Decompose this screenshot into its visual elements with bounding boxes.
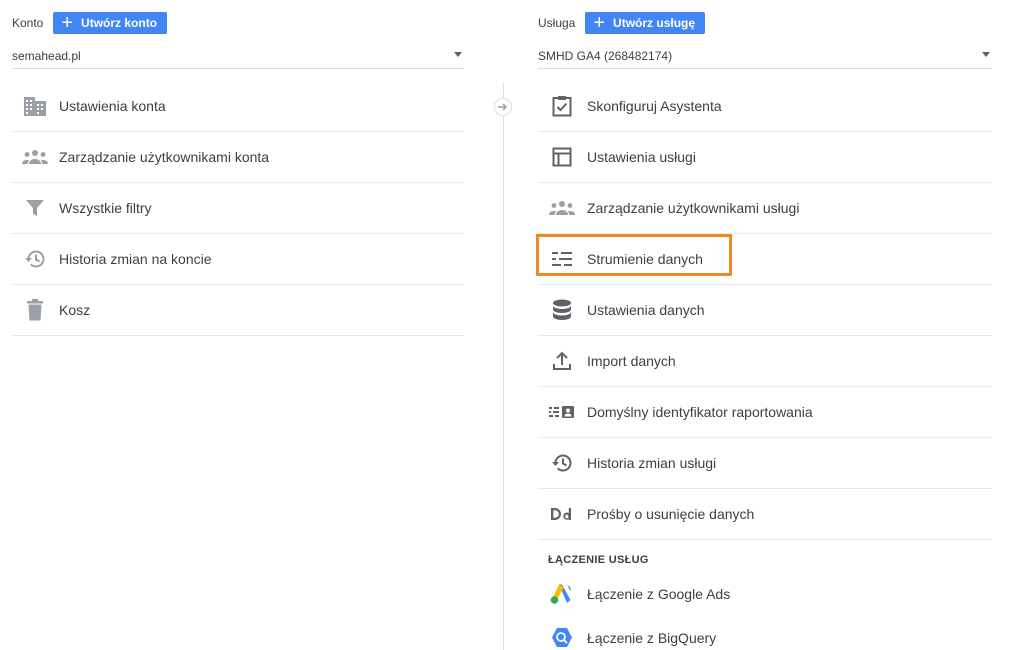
plus-icon: + bbox=[593, 12, 606, 34]
menu-item-label: Łączenie z BigQuery bbox=[587, 630, 717, 646]
menu-item-label: Łączenie z Google Ads bbox=[587, 586, 731, 602]
create-account-button-label: Utwórz konto bbox=[81, 16, 158, 30]
property-column: Usługa + Utwórz usługę SMHD GA4 (2684821… bbox=[536, 0, 992, 650]
clipboard-check-icon bbox=[549, 93, 575, 119]
history-icon bbox=[549, 450, 575, 476]
property-header: Usługa + Utwórz usługę bbox=[538, 12, 992, 34]
reporting-identity-icon bbox=[549, 399, 575, 425]
menu-item-data-settings[interactable]: Ustawienia danych bbox=[538, 285, 992, 336]
collapse-column-button[interactable] bbox=[494, 98, 512, 116]
menu-item-data-deletion-requests[interactable]: Prośby o usunięcie danych bbox=[538, 489, 992, 540]
account-label: Konto bbox=[12, 16, 44, 30]
create-property-button[interactable]: + Utwórz usługę bbox=[585, 12, 706, 34]
menu-item-reporting-identity[interactable]: Domyślny identyfikator raportowania bbox=[538, 387, 992, 438]
menu-item-label: Import danych bbox=[587, 353, 676, 369]
property-menu: Skonfiguruj Asystenta Ustawienia usługi … bbox=[536, 81, 992, 540]
menu-item-trash[interactable]: Kosz bbox=[12, 285, 464, 336]
menu-item-account-settings[interactable]: Ustawienia konta bbox=[12, 81, 464, 132]
menu-item-label: Ustawienia konta bbox=[59, 98, 166, 114]
menu-item-label: Zarządzanie użytkownikami usługi bbox=[587, 200, 800, 216]
menu-item-label: Ustawienia danych bbox=[587, 302, 705, 318]
menu-item-google-ads-linking[interactable]: Łączenie z Google Ads bbox=[538, 572, 992, 616]
menu-item-bigquery-linking[interactable]: Łączenie z BigQuery bbox=[538, 616, 992, 650]
bigquery-icon bbox=[549, 625, 575, 650]
menu-item-label: Strumienie danych bbox=[587, 251, 703, 267]
menu-item-data-import[interactable]: Import danych bbox=[538, 336, 992, 387]
filter-icon bbox=[22, 195, 48, 221]
menu-item-account-user-management[interactable]: Zarządzanie użytkownikami konta bbox=[12, 132, 464, 183]
layout-icon bbox=[549, 144, 575, 170]
menu-item-label: Historia zmian na koncie bbox=[59, 251, 212, 267]
dd-icon bbox=[549, 501, 575, 527]
google-ads-icon bbox=[549, 581, 575, 607]
property-label: Usługa bbox=[538, 16, 576, 30]
property-linking-section-title: ŁĄCZENIE USŁUG bbox=[548, 554, 649, 566]
account-header: Konto + Utwórz konto bbox=[12, 12, 464, 34]
menu-item-label: Wszystkie filtry bbox=[59, 200, 152, 216]
plus-icon: + bbox=[61, 12, 74, 34]
column-divider bbox=[503, 82, 504, 650]
people-icon bbox=[549, 195, 575, 221]
trash-icon bbox=[22, 297, 48, 323]
data-streams-icon bbox=[549, 246, 575, 272]
account-selected-value: semahead.pl bbox=[12, 49, 81, 63]
account-column: Konto + Utwórz konto semahead.pl Ustawie… bbox=[12, 0, 464, 336]
menu-item-property-change-history[interactable]: Historia zmian usługi bbox=[538, 438, 992, 489]
menu-item-label: Skonfiguruj Asystenta bbox=[587, 98, 722, 114]
create-account-button[interactable]: + Utwórz konto bbox=[53, 12, 168, 34]
dropdown-caret-icon bbox=[454, 52, 462, 57]
menu-item-label: Ustawienia usługi bbox=[587, 149, 696, 165]
menu-item-label: Kosz bbox=[59, 302, 91, 318]
menu-item-label: Domyślny identyfikator raportowania bbox=[587, 404, 813, 420]
property-linking-menu: Łączenie z Google Ads Łączenie z BigQuer… bbox=[538, 572, 992, 650]
menu-item-account-change-history[interactable]: Historia zmian na koncie bbox=[12, 234, 464, 285]
menu-item-label: Prośby o usunięcie danych bbox=[587, 506, 755, 522]
menu-item-all-filters[interactable]: Wszystkie filtry bbox=[12, 183, 464, 234]
create-property-button-label: Utwórz usługę bbox=[613, 16, 696, 30]
upload-icon bbox=[549, 348, 575, 374]
people-icon bbox=[22, 144, 48, 170]
account-menu: Ustawienia konta Zarządzanie użytkownika… bbox=[12, 81, 464, 336]
property-selected-value: SMHD GA4 (268482174) bbox=[538, 49, 673, 63]
database-icon bbox=[549, 297, 575, 323]
menu-item-property-settings[interactable]: Ustawienia usługi bbox=[538, 132, 992, 183]
arrow-right-icon bbox=[498, 103, 508, 111]
dropdown-caret-icon bbox=[982, 52, 990, 57]
building-icon bbox=[22, 93, 48, 119]
menu-item-setup-assistant[interactable]: Skonfiguruj Asystenta bbox=[538, 81, 992, 132]
account-selector[interactable]: semahead.pl bbox=[12, 43, 464, 69]
property-selector[interactable]: SMHD GA4 (268482174) bbox=[538, 43, 992, 69]
menu-item-label: Zarządzanie użytkownikami konta bbox=[59, 149, 270, 165]
menu-item-label: Historia zmian usługi bbox=[587, 455, 717, 471]
history-icon bbox=[22, 246, 48, 272]
menu-item-property-user-management[interactable]: Zarządzanie użytkownikami usługi bbox=[538, 183, 992, 234]
menu-item-data-streams[interactable]: Strumienie danych bbox=[536, 234, 992, 285]
